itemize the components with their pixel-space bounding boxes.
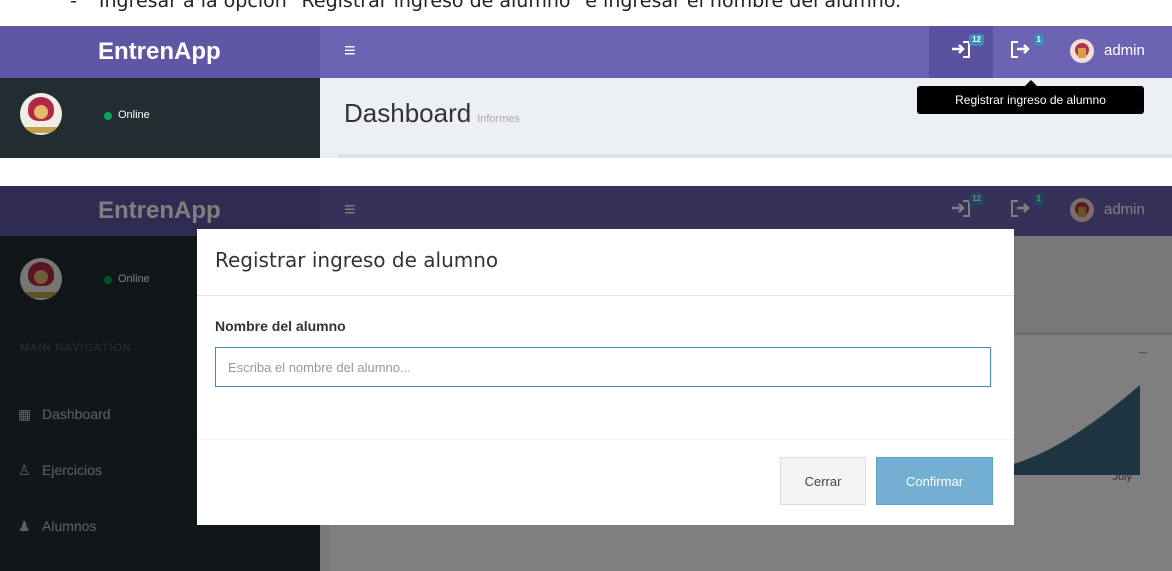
- online-status-icon: [104, 112, 112, 120]
- tooltip: Registrar ingreso de alumno: [917, 80, 1144, 114]
- page-subtitle: Informes: [477, 113, 520, 125]
- screenshot-navbar-tooltip: EntrenApp ≡ 12 1 admin Online Dashboard I…: [0, 26, 1172, 158]
- page-title-text: Dashboard: [344, 98, 472, 128]
- page-title: Dashboard Informes: [344, 98, 520, 129]
- student-name-label: Nombre del alumno: [215, 318, 346, 334]
- online-status-text: Online: [118, 109, 150, 121]
- sidebar-user-panel: Online: [0, 78, 320, 158]
- top-navbar: EntrenApp ≡ 12 1 admin: [0, 26, 1172, 78]
- app-logo[interactable]: EntrenApp: [0, 26, 320, 78]
- modal-footer-divider: [197, 439, 1014, 440]
- bullet: -: [70, 0, 77, 12]
- confirm-button[interactable]: Confirmar: [876, 457, 993, 505]
- hamburger-icon[interactable]: ≡: [344, 38, 356, 64]
- modal-title: Registrar ingreso de alumno: [215, 248, 499, 272]
- register-entry-icon[interactable]: 12: [950, 34, 984, 64]
- entry-count-badge: 12: [969, 34, 984, 46]
- register-exit-icon[interactable]: 1: [1010, 34, 1044, 64]
- screenshot-modal: EntrenApp ≡ 12 1 admin Online MAIN NAVIG…: [0, 186, 1172, 571]
- register-entry-modal: Registrar ingreso de alumno Nombre del a…: [197, 229, 1014, 525]
- instruction-text: - Ingresar a la opción "Registrar ingreso…: [0, 0, 1172, 12]
- modal-header: Registrar ingreso de alumno: [197, 229, 1014, 296]
- content-box-edge: [338, 154, 1172, 158]
- student-name-input[interactable]: [215, 347, 991, 387]
- instruction-sentence: Ingresar a la opción "Registrar ingreso …: [98, 0, 902, 12]
- close-button[interactable]: Cerrar: [780, 457, 866, 505]
- user-name[interactable]: admin: [1104, 42, 1145, 59]
- exit-count-badge: 1: [1033, 34, 1044, 46]
- user-avatar-large: [20, 93, 62, 135]
- sign-out-icon: [1011, 41, 1030, 58]
- user-avatar[interactable]: [1070, 39, 1094, 63]
